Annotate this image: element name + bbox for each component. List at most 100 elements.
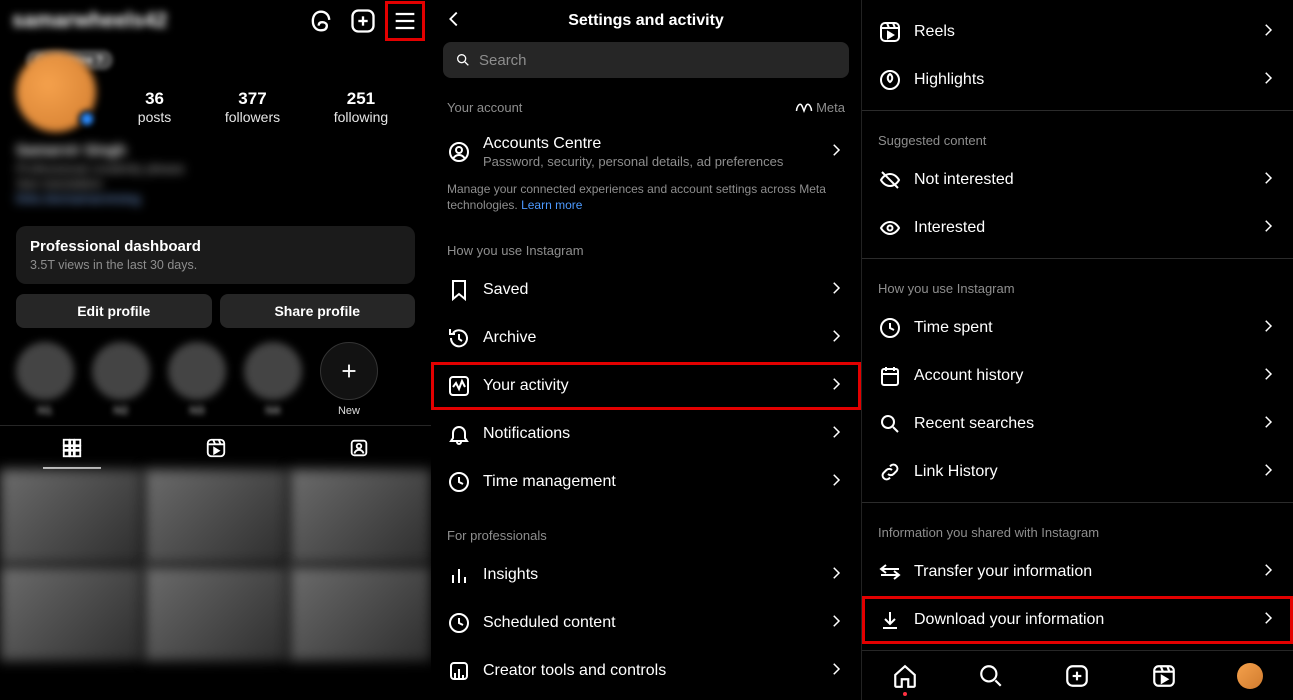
chevron-right-icon xyxy=(827,279,845,302)
section-suggested: Suggested content xyxy=(878,133,986,148)
row-account-history[interactable]: Account history xyxy=(862,352,1293,400)
nav-home[interactable] xyxy=(891,662,919,690)
chevron-right-icon xyxy=(1259,413,1277,436)
create-icon[interactable] xyxy=(349,7,377,35)
row-insights[interactable]: Insights xyxy=(431,551,861,599)
highlight[interactable]: hl3 xyxy=(168,342,226,417)
post-thumb[interactable] xyxy=(144,469,286,564)
chevron-right-icon xyxy=(1259,21,1277,44)
eye-off-icon xyxy=(878,168,914,192)
chevron-right-icon xyxy=(827,660,845,683)
chevron-right-icon xyxy=(1259,169,1277,192)
row-time-management[interactable]: Time management xyxy=(431,458,861,506)
clock-icon xyxy=(447,470,483,494)
tab-reels[interactable] xyxy=(144,426,288,469)
row-time-spent[interactable]: Time spent xyxy=(862,304,1293,352)
bookmark-icon xyxy=(447,278,483,302)
section-your-account: Your account xyxy=(447,100,522,115)
post-thumb[interactable] xyxy=(289,566,431,661)
link-icon xyxy=(878,460,914,484)
accounts-desc: Manage your connected experiences and ac… xyxy=(431,181,861,221)
bell-icon xyxy=(447,422,483,446)
tab-tagged[interactable] xyxy=(287,426,431,469)
share-profile-button[interactable]: Share profile xyxy=(220,294,416,328)
archive-icon xyxy=(447,326,483,350)
chevron-right-icon xyxy=(827,375,845,398)
row-highlights[interactable]: Highlights xyxy=(862,56,1293,104)
chevron-right-icon xyxy=(827,141,845,164)
nav-profile[interactable] xyxy=(1236,662,1264,690)
threads-icon[interactable] xyxy=(307,7,335,35)
chevron-right-icon xyxy=(1259,461,1277,484)
chevron-right-icon xyxy=(1259,365,1277,388)
bar-chart-icon xyxy=(447,563,483,587)
chevron-right-icon xyxy=(1259,609,1277,632)
highlight[interactable]: hl4 xyxy=(244,342,302,417)
row-scheduled[interactable]: Scheduled content xyxy=(431,599,861,647)
search-input[interactable]: Search xyxy=(443,42,849,78)
clock-icon xyxy=(447,611,483,635)
row-not-interested[interactable]: Not interested xyxy=(862,156,1293,204)
bio-text2: See translation xyxy=(16,176,415,191)
row-download-info[interactable]: Download your information xyxy=(862,596,1293,644)
username[interactable]: samarwheels42 xyxy=(12,9,167,33)
bio-display-name: Samarvir Singh xyxy=(16,142,415,159)
section-info-shared: Information you shared with Instagram xyxy=(878,525,1099,540)
download-icon xyxy=(878,608,914,632)
bio-text: Professional creativity please xyxy=(16,161,415,176)
post-thumb[interactable] xyxy=(0,469,142,564)
new-story-badge xyxy=(78,110,96,128)
new-highlight[interactable]: New xyxy=(320,342,378,417)
row-your-activity[interactable]: Your activity xyxy=(431,362,861,410)
meta-logo: Meta xyxy=(795,100,845,115)
chevron-right-icon xyxy=(827,612,845,635)
row-creator-tools[interactable]: Creator tools and controls xyxy=(431,647,861,695)
highlight[interactable]: hl2 xyxy=(92,342,150,417)
post-thumb[interactable] xyxy=(144,566,286,661)
row-link-history[interactable]: Link History xyxy=(862,448,1293,496)
eye-icon xyxy=(878,216,914,240)
row-interested[interactable]: Interested xyxy=(862,204,1293,252)
search-icon xyxy=(878,412,914,436)
user-circle-icon xyxy=(447,140,483,164)
row-transfer-info[interactable]: Transfer your information xyxy=(862,548,1293,596)
row-accounts-centre[interactable]: Accounts Centre Password, security, pers… xyxy=(431,123,861,181)
reels-icon xyxy=(878,20,914,44)
chevron-right-icon xyxy=(827,564,845,587)
chevron-right-icon xyxy=(827,471,845,494)
settings-title: Settings and activity xyxy=(467,12,825,30)
stat-followers[interactable]: 377 followers xyxy=(225,89,280,125)
stat-posts[interactable]: 36 posts xyxy=(138,89,171,125)
tab-grid[interactable] xyxy=(0,426,144,469)
creator-icon xyxy=(447,659,483,683)
row-notifications[interactable]: Notifications xyxy=(431,410,861,458)
nav-create[interactable] xyxy=(1063,662,1091,690)
back-icon[interactable] xyxy=(443,8,467,35)
edit-profile-button[interactable]: Edit profile xyxy=(16,294,212,328)
calendar-icon xyxy=(878,364,914,388)
bio-link[interactable]: links.bio/samarvirsing xyxy=(16,191,415,206)
row-archive[interactable]: Archive xyxy=(431,314,861,362)
section-how-you-use-2: How you use Instagram xyxy=(878,281,1015,296)
learn-more-link[interactable]: Learn more xyxy=(521,198,582,212)
section-professionals: For professionals xyxy=(447,528,547,543)
hamburger-menu-icon[interactable] xyxy=(391,7,419,35)
row-recent-searches[interactable]: Recent searches xyxy=(862,400,1293,448)
highlight[interactable]: hl1 xyxy=(16,342,74,417)
post-thumb[interactable] xyxy=(0,566,142,661)
chevron-right-icon xyxy=(1259,217,1277,240)
row-saved[interactable]: Saved xyxy=(431,266,861,314)
chevron-right-icon xyxy=(827,327,845,350)
transfer-icon xyxy=(878,560,914,584)
professional-dashboard[interactable]: Professional dashboard 3.5T views in the… xyxy=(16,226,415,284)
nav-search[interactable] xyxy=(977,662,1005,690)
chevron-right-icon xyxy=(827,423,845,446)
chevron-right-icon xyxy=(1259,69,1277,92)
section-how-you-use: How you use Instagram xyxy=(447,243,584,258)
nav-reels[interactable] xyxy=(1150,662,1178,690)
stat-following[interactable]: 251 following xyxy=(334,89,388,125)
row-reels[interactable]: Reels xyxy=(862,8,1293,56)
clock-icon xyxy=(878,316,914,340)
post-thumb[interactable] xyxy=(289,469,431,564)
highlights-icon xyxy=(878,68,914,92)
